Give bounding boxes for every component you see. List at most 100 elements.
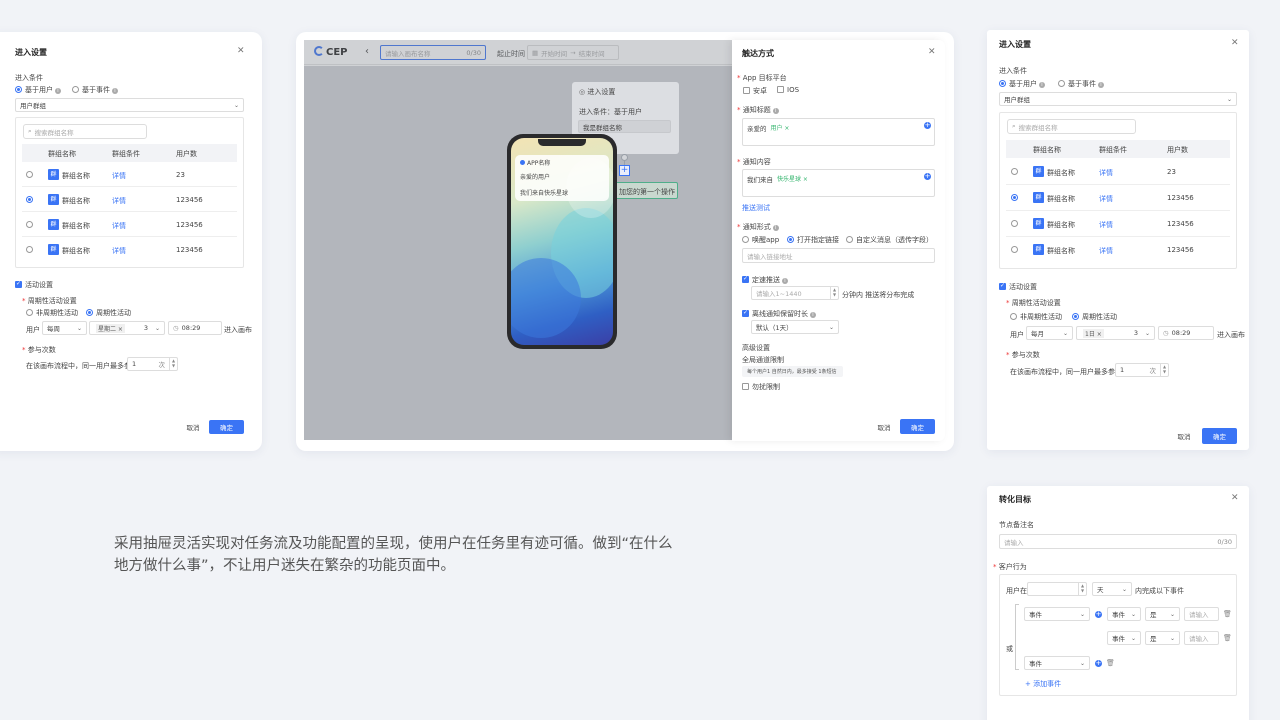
- radio-wake-app[interactable]: 唤醒app: [742, 235, 779, 245]
- radio-icon[interactable]: [1058, 80, 1065, 87]
- trash-icon[interactable]: 🗑: [1106, 659, 1115, 667]
- stepper-icon[interactable]: ▲ ▼: [1078, 583, 1086, 595]
- radio-icon[interactable]: [999, 80, 1006, 87]
- radio-icon[interactable]: [15, 86, 22, 93]
- radio-icon[interactable]: [1010, 313, 1017, 320]
- event-select[interactable]: 事件 ⌄: [1024, 656, 1090, 670]
- operator-select[interactable]: 是 ⌄: [1145, 631, 1180, 645]
- retain-select[interactable]: 默认（1天） ⌄: [751, 320, 839, 334]
- ios-checkbox[interactable]: IOS: [777, 86, 799, 94]
- frequency-select[interactable]: 每月 ⌄: [1026, 326, 1073, 340]
- event-select[interactable]: 事件 ⌄: [1024, 607, 1090, 621]
- activity-checkbox[interactable]: 活动设置: [15, 280, 53, 290]
- radio-periodic[interactable]: 周期性活动: [1072, 312, 1117, 322]
- stepper-icon[interactable]: ▲ ▼: [169, 358, 177, 370]
- detail-link[interactable]: 详情: [112, 196, 126, 206]
- stepper-icon[interactable]: ▲ ▼: [1160, 364, 1168, 376]
- checkbox-icon[interactable]: [742, 309, 749, 317]
- detail-link[interactable]: 详情: [1099, 246, 1113, 256]
- activity-checkbox[interactable]: 活动设置: [999, 282, 1037, 292]
- radio-event[interactable]: 基于事件 i: [1058, 79, 1104, 89]
- row-radio[interactable]: [26, 246, 33, 253]
- checkbox-icon[interactable]: [15, 280, 22, 288]
- radio-periodic[interactable]: 周期性活动: [86, 308, 131, 318]
- radio-open-link[interactable]: 打开指定链接: [787, 235, 839, 245]
- retain-checkbox[interactable]: 离线通知保留时长i: [742, 309, 816, 319]
- insert-variable-icon[interactable]: +: [924, 122, 931, 129]
- confirm-button[interactable]: 确定: [900, 419, 935, 434]
- search-input[interactable]: ⌕ 搜索群组名称: [23, 124, 147, 139]
- radio-icon[interactable]: [787, 236, 794, 243]
- radio-non-periodic[interactable]: 非周期性活动: [26, 308, 78, 318]
- event-property-select[interactable]: 事件 ⌄: [1107, 607, 1141, 621]
- unit-select[interactable]: 天 ⌄: [1092, 582, 1132, 596]
- close-icon[interactable]: ✕: [1231, 38, 1239, 48]
- confirm-button[interactable]: 确定: [1202, 428, 1237, 444]
- row-radio[interactable]: [26, 171, 33, 178]
- event-property-select[interactable]: 事件 ⌄: [1107, 631, 1141, 645]
- push-test-link[interactable]: 推送测试: [742, 203, 770, 213]
- radio-icon[interactable]: [742, 236, 749, 243]
- radio-user[interactable]: 基于用户 i: [15, 85, 61, 95]
- trash-icon[interactable]: 🗑: [1223, 634, 1232, 642]
- detail-link[interactable]: 详情: [112, 221, 126, 231]
- insert-variable-icon[interactable]: +: [924, 173, 931, 180]
- detail-link[interactable]: 详情: [1099, 168, 1113, 178]
- radio-icon[interactable]: [26, 309, 33, 316]
- stepper-icon[interactable]: ▲ ▼: [830, 287, 838, 299]
- weekday-select[interactable]: 星期二 × 3 ⌄: [89, 321, 165, 335]
- note-input[interactable]: 请输入 0/30: [999, 534, 1237, 549]
- detail-link[interactable]: 详情: [112, 246, 126, 256]
- row-radio[interactable]: [26, 221, 33, 228]
- radio-non-periodic[interactable]: 非周期性活动: [1010, 312, 1062, 322]
- row-radio[interactable]: [1011, 168, 1018, 175]
- radio-custom-message[interactable]: 自定义消息（透传字段）: [846, 235, 933, 245]
- checkbox-icon[interactable]: [777, 86, 784, 93]
- detail-link[interactable]: 详情: [1099, 220, 1113, 230]
- cancel-button[interactable]: 取消: [1171, 429, 1197, 443]
- checkbox-icon[interactable]: [743, 87, 750, 94]
- value-input[interactable]: 请输入: [1184, 631, 1219, 645]
- frequency-select[interactable]: 每周 ⌄: [42, 321, 87, 335]
- add-node-icon[interactable]: +: [619, 165, 630, 176]
- close-icon[interactable]: ✕: [928, 47, 936, 57]
- close-icon[interactable]: ✕: [237, 46, 245, 56]
- time-picker[interactable]: ◷ 08:29: [1158, 326, 1214, 340]
- radio-event[interactable]: 基于事件 i: [72, 85, 118, 95]
- participation-count-input[interactable]: 1 次 ▲ ▼: [127, 357, 178, 371]
- confirm-button[interactable]: 确定: [209, 420, 244, 434]
- no-disturb-checkbox[interactable]: 勿扰限制: [742, 382, 780, 392]
- group-select[interactable]: 用户群组 ⌄: [15, 98, 244, 112]
- android-checkbox[interactable]: 安卓: [743, 86, 767, 96]
- value-input[interactable]: 请输入: [1184, 607, 1219, 621]
- checkbox-icon[interactable]: [742, 275, 749, 283]
- radio-icon[interactable]: [86, 309, 93, 316]
- timed-push-checkbox[interactable]: 定速推送i: [742, 275, 788, 285]
- cancel-button[interactable]: 取消: [180, 420, 206, 434]
- row-radio[interactable]: [1011, 220, 1018, 227]
- search-input[interactable]: ⌕ 搜索群组名称: [1007, 119, 1136, 134]
- time-picker[interactable]: ◷ 08:29: [168, 321, 222, 335]
- radio-icon[interactable]: [846, 236, 853, 243]
- monthday-select[interactable]: 1日 × 3 ⌄: [1076, 326, 1155, 340]
- radio-icon[interactable]: [72, 86, 79, 93]
- row-radio[interactable]: [1011, 246, 1018, 253]
- link-input[interactable]: 请输入链接地址: [742, 248, 935, 263]
- add-event-button[interactable]: + 添加事件: [1025, 679, 1061, 689]
- operator-select[interactable]: 是 ⌄: [1145, 607, 1180, 621]
- cancel-button[interactable]: 取消: [871, 420, 897, 434]
- radio-icon[interactable]: [1072, 313, 1079, 320]
- participation-count-input[interactable]: 1 次 ▲ ▼: [1115, 363, 1169, 377]
- radio-user[interactable]: 基于用户 i: [999, 79, 1045, 89]
- trash-icon[interactable]: 🗑: [1223, 610, 1232, 618]
- detail-link[interactable]: 详情: [1099, 194, 1113, 204]
- add-condition-icon[interactable]: +: [1095, 660, 1102, 667]
- days-input[interactable]: ▲ ▼: [1027, 582, 1087, 596]
- checkbox-icon[interactable]: [999, 282, 1006, 290]
- notif-content-input[interactable]: 我们来自 快乐星球 ×: [742, 169, 935, 197]
- add-condition-icon[interactable]: +: [1095, 611, 1102, 618]
- timed-minutes-input[interactable]: 请输入1~1440 ▲ ▼: [751, 286, 839, 300]
- close-icon[interactable]: ✕: [1231, 493, 1239, 503]
- checkbox-icon[interactable]: [742, 383, 749, 390]
- notif-title-input[interactable]: 亲爱的 用户 ×: [742, 118, 935, 146]
